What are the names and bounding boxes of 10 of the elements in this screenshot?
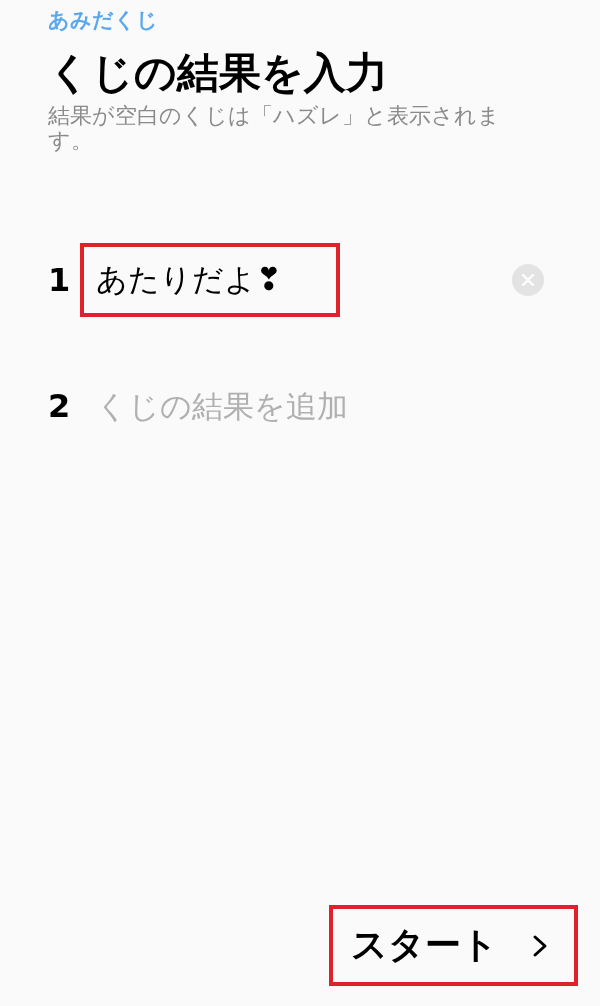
chevron-right-icon	[532, 933, 548, 958]
entry-number: 1	[48, 260, 72, 299]
page-title: くじの結果を入力	[48, 48, 389, 99]
app-name: あみだくじ	[48, 7, 159, 34]
result-field[interactable]: くじの結果を追加	[80, 368, 410, 443]
clear-icon[interactable]	[512, 263, 544, 296]
entry-number: 2	[48, 386, 72, 425]
start-button[interactable]: スタート	[329, 905, 578, 986]
result-field[interactable]: あたりだよ❣	[80, 242, 340, 317]
instruction-text: 結果が空白のくじは「ハズレ」と表示されます。	[48, 104, 501, 153]
